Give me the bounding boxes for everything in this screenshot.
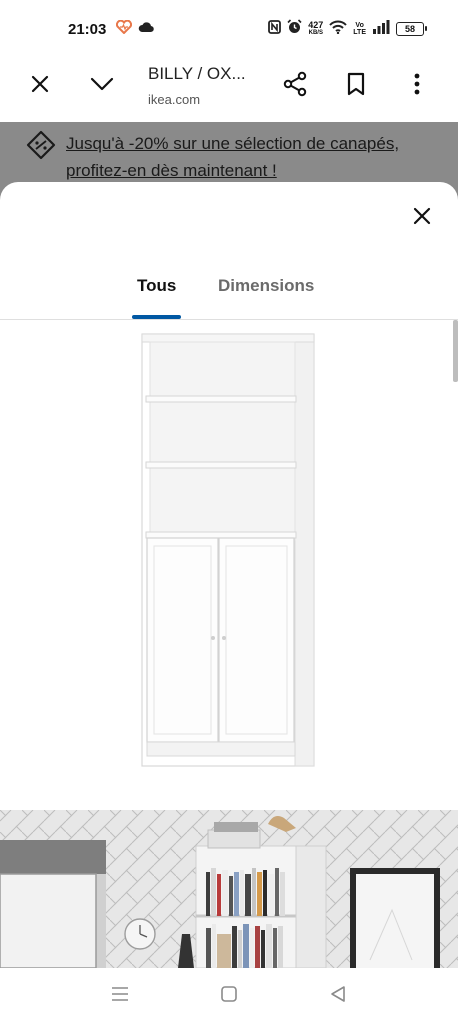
health-icon [116, 19, 133, 39]
close-icon [413, 207, 431, 230]
recents-icon [111, 986, 129, 1007]
volte-bottom: LTE [353, 29, 366, 36]
share-button[interactable] [280, 71, 310, 101]
home-icon [220, 985, 238, 1008]
product-image[interactable] [138, 332, 318, 772]
tab-dimensions[interactable]: Dimensions [218, 276, 314, 296]
signal-icon [372, 19, 390, 39]
cloud-icon [138, 20, 155, 38]
nfc-icon [268, 19, 282, 39]
custom-tab-toolbar: BILLY / OX... ikea.com [0, 58, 458, 122]
page-title: BILLY / OX... [148, 64, 246, 83]
tab-all[interactable]: Tous [137, 276, 176, 296]
room-photo[interactable] [0, 810, 458, 968]
wifi-icon [329, 20, 348, 39]
net-speed: 427 KB/S [308, 21, 323, 37]
close-icon [30, 74, 50, 99]
tab-selected-indicator [132, 315, 181, 319]
recents-button[interactable] [108, 984, 132, 1008]
status-right-icons: 427 KB/S Vo LTE 58 [268, 19, 427, 39]
alarm-icon [287, 19, 302, 39]
net-speed-unit: KB/S [308, 30, 323, 36]
battery-level: 58 [404, 24, 415, 34]
page-info[interactable]: BILLY / OX... ikea.com [148, 64, 246, 107]
more-options-button[interactable] [402, 71, 432, 101]
volte-top: Vo [355, 22, 364, 29]
scrollbar[interactable] [453, 320, 458, 382]
chevron-down-icon [90, 76, 114, 97]
bookmark-icon [346, 72, 366, 101]
home-button[interactable] [217, 984, 241, 1008]
volte-icon: Vo LTE [353, 22, 366, 36]
status-left-icons [116, 19, 155, 39]
promo-banner-link[interactable]: Jusqu'à -20% sur une sélection de canapé… [0, 122, 458, 184]
page-domain: ikea.com [148, 92, 201, 107]
gallery-tabs: Tous Dimensions [0, 268, 458, 320]
battery-indicator: 58 [396, 22, 427, 36]
bookmark-button[interactable] [341, 71, 371, 101]
back-icon [329, 985, 347, 1008]
status-time: 21:03 [68, 20, 107, 38]
more-vert-icon [413, 72, 421, 101]
system-nav-bar [0, 968, 458, 1024]
status-bar: 21:03 427 KB/S Vo LTE 58 [0, 0, 458, 58]
sheet-close-button[interactable] [410, 206, 434, 230]
net-speed-value: 427 [308, 20, 324, 30]
books-row-top [206, 868, 285, 916]
close-tab-button[interactable] [25, 71, 55, 101]
back-button[interactable] [326, 984, 350, 1008]
screen: 21:03 427 KB/S Vo LTE 58 BILLY / OX... i… [0, 0, 458, 1024]
share-icon [282, 71, 308, 102]
minimize-tab-button[interactable] [87, 71, 117, 101]
product-gallery-sheet: Tous Dimensions [0, 182, 458, 968]
